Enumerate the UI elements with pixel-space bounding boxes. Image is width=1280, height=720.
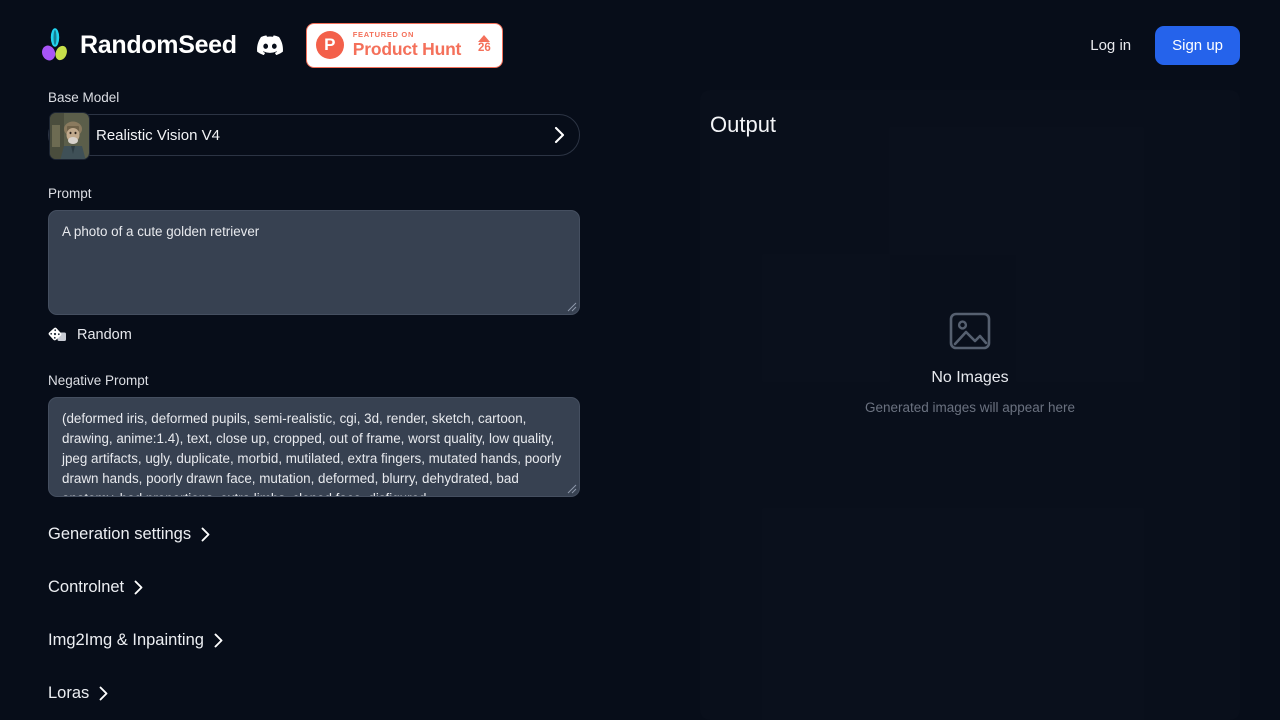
random-prompt-button[interactable]: Random [48,326,132,344]
brand-name: RandomSeed [80,30,237,59]
negative-prompt-label: Negative Prompt [48,373,149,388]
app-header: RandomSeed P FEATURED ON Product Hunt 26… [0,0,1280,90]
product-hunt-badge[interactable]: P FEATURED ON Product Hunt 26 [305,22,503,68]
section-toggle-loras[interactable]: Loras [48,684,109,703]
product-hunt-logo-letter: P [324,35,336,54]
base-model-select[interactable]: Realistic Vision V4 [48,112,580,160]
product-hunt-featured-label: FEATURED ON [352,30,415,40]
section-toggle-generation-settings[interactable]: Generation settings [48,525,211,544]
product-hunt-name: Product Hunt [352,38,462,59]
dice-icon [48,327,66,341]
section-label: Generation settings [48,525,192,543]
chevron-right-icon [133,579,144,596]
discord-link[interactable] [256,32,283,58]
output-panel: Output No Images Generated images will a… [700,90,1240,720]
output-empty-subtitle: Generated images will appear here [864,400,1076,415]
page-body: Base Model Realistic Vision V4 Prompt A … [0,90,1280,720]
brand-logo-link[interactable]: RandomSeed [42,28,237,62]
section-toggle-controlnet[interactable]: Controlnet [48,578,144,597]
chevron-right-icon [200,526,211,543]
section-label: Loras [48,684,90,702]
product-hunt-text: FEATURED ON Product Hunt [353,31,478,59]
collapsible-sections: Generation settings Controlnet Img2Img & I… [48,525,580,703]
discord-icon [256,35,283,55]
seedling-icon [42,28,67,61]
triangle-up-icon [478,35,491,43]
output-empty-state: No Images Generated images will appear h… [700,312,1240,415]
chevron-right-icon [213,632,224,649]
base-model-label: Base Model [48,90,120,105]
section-label: Img2Img & Inpainting [48,631,204,649]
controls-panel: Base Model Realistic Vision V4 Prompt A … [48,90,580,720]
negative-prompt-field-wrap [48,397,580,497]
chevron-right-icon [98,685,109,702]
output-title: Output [710,112,777,137]
prompt-label: Prompt [48,186,92,201]
prompt-input[interactable] [48,210,580,315]
base-model-thumbnail [49,112,90,160]
prompt-field-wrap [48,210,580,315]
product-hunt-logo-icon: P [315,31,344,59]
output-empty-title: No Images [931,369,1009,386]
login-button[interactable]: Log in [1082,31,1139,60]
image-placeholder-icon [949,312,991,350]
product-hunt-vote-count: 26 [477,42,491,55]
random-label: Random [77,327,132,343]
header-actions: Log in Sign up [1082,25,1240,65]
section-label: Controlnet [48,578,125,596]
negative-prompt-input[interactable] [48,397,580,497]
signup-button[interactable]: Sign up [1155,25,1240,65]
chevron-right-icon [553,125,566,145]
product-hunt-votes[interactable]: 26 [478,35,491,55]
section-toggle-img2img-inpainting[interactable]: Img2Img & Inpainting [48,631,224,650]
base-model-value: Realistic Vision V4 [96,126,220,144]
